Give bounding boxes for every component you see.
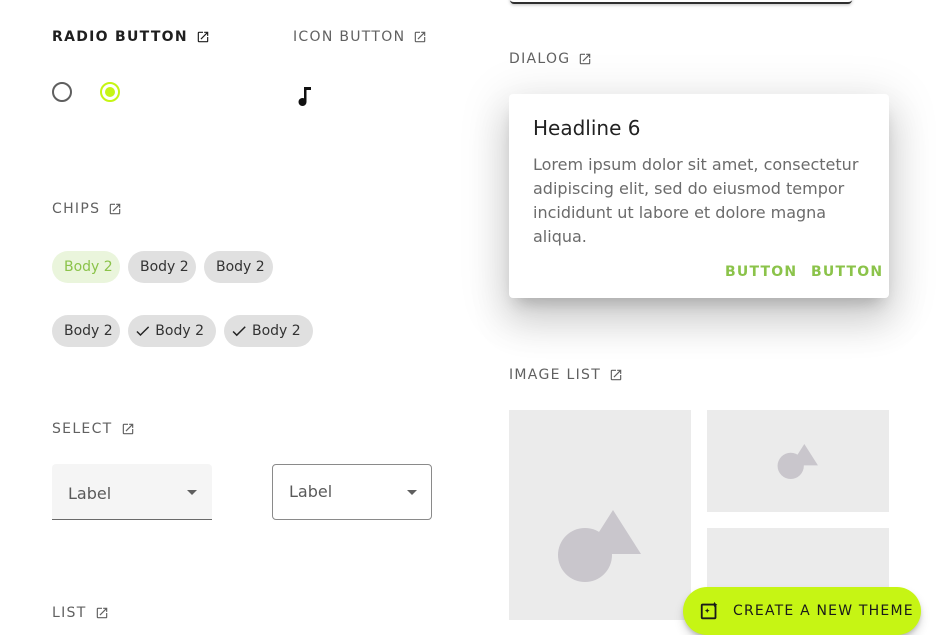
radio-unchecked[interactable]: [52, 82, 72, 102]
section-title-icon-button: ICON BUTTON: [293, 29, 427, 45]
chip-label: Body 2: [155, 323, 204, 339]
chip-label: Body 2: [64, 323, 113, 339]
section-title-label: ICON BUTTON: [293, 29, 406, 45]
chip[interactable]: Body 2: [128, 251, 196, 283]
chip-label: Body 2: [252, 323, 301, 339]
chip-checked[interactable]: Body 2: [128, 315, 216, 347]
open-in-new-icon[interactable]: [108, 202, 122, 216]
chip-label: Body 2: [64, 259, 113, 275]
section-title-label: IMAGE LIST: [509, 367, 602, 383]
chip-label: Body 2: [140, 259, 189, 275]
section-title-label: DIALOG: [509, 51, 571, 67]
open-in-new-icon[interactable]: [609, 368, 623, 382]
chip-label: Body 2: [216, 259, 265, 275]
section-title-image-list: IMAGE LIST: [509, 367, 623, 383]
outlined-select[interactable]: Label: [272, 464, 432, 520]
create-theme-fab[interactable]: CREATE A NEW THEME: [683, 587, 921, 635]
image-list-item[interactable]: [707, 410, 889, 512]
palette-sparkle-icon: [700, 601, 718, 620]
section-title-dialog: DIALOG: [509, 51, 592, 67]
dialog-button-2[interactable]: BUTTON: [811, 264, 883, 280]
dropdown-arrow-icon: [407, 490, 417, 495]
image-placeholder-icon: [558, 510, 641, 582]
open-in-new-icon[interactable]: [578, 52, 592, 66]
section-title-label: SELECT: [52, 421, 113, 437]
check-icon: [232, 326, 246, 337]
chip[interactable]: Body 2: [52, 251, 120, 283]
chip-checked[interactable]: Body 2: [224, 315, 313, 347]
dialog-body: Lorem ipsum dolor sit amet, consectetur …: [533, 155, 859, 246]
chip[interactable]: Body 2: [204, 251, 273, 283]
section-title-radio-button: RADIO BUTTON: [52, 29, 210, 45]
image-placeholder-icon: [777, 444, 818, 480]
image-list-item[interactable]: [509, 410, 691, 620]
section-title-chips: CHIPS: [52, 201, 122, 217]
dialog-button-1[interactable]: BUTTON: [725, 264, 797, 280]
open-in-new-icon[interactable]: [95, 606, 109, 620]
dialog: Headline 6 Lorem ipsum dolor sit amet, c…: [509, 94, 889, 298]
section-title-select: SELECT: [52, 421, 135, 437]
open-in-new-icon[interactable]: [121, 422, 135, 436]
check-icon: [136, 326, 150, 337]
section-title-label: RADIO BUTTON: [52, 29, 188, 45]
filled-select[interactable]: Label: [52, 464, 212, 520]
section-title-label: LIST: [52, 605, 87, 621]
section-title-label: CHIPS: [52, 201, 101, 217]
select-label: Label: [68, 484, 112, 503]
dropdown-arrow-icon: [187, 490, 197, 495]
chip[interactable]: Body 2: [52, 315, 120, 347]
music-note-icon[interactable]: [295, 84, 315, 108]
radio-checked[interactable]: [100, 82, 120, 102]
select-label: Label: [289, 482, 333, 501]
dialog-headline: Headline 6: [533, 116, 641, 140]
card-edge: [510, 0, 852, 4]
section-title-list: LIST: [52, 605, 109, 621]
open-in-new-icon[interactable]: [196, 30, 210, 44]
open-in-new-icon[interactable]: [413, 30, 427, 44]
